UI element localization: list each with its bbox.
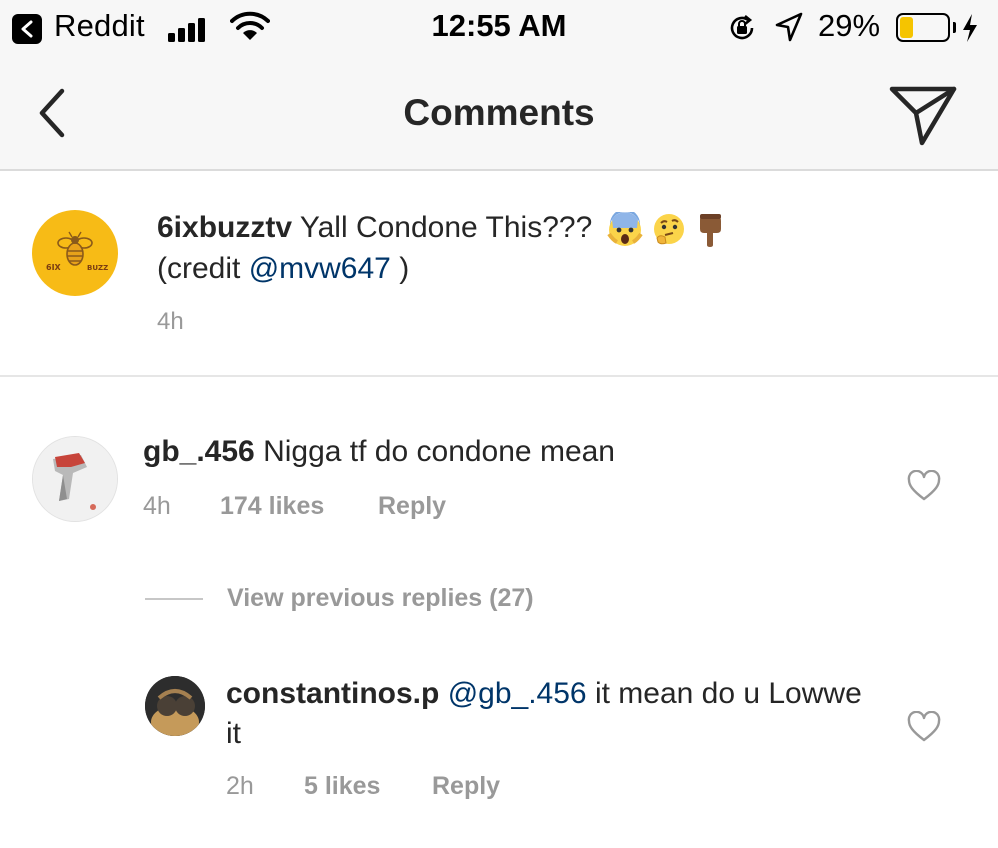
reply-mention-link[interactable]: @gb_.456: [448, 677, 587, 710]
page-title: Comments: [403, 92, 595, 133]
view-previous-replies-button[interactable]: View previous replies (27): [227, 584, 534, 613]
heart-icon[interactable]: [906, 711, 942, 743]
reply-username[interactable]: constantinos.p: [226, 677, 439, 710]
post-timestamp: 4h: [157, 308, 184, 335]
reply-reply-button[interactable]: Reply: [432, 772, 500, 801]
reply-timestamp: 2h: [226, 772, 254, 800]
reply-likes-link[interactable]: 5 likes: [304, 772, 380, 801]
credit-prefix: (credit: [157, 252, 249, 286]
comment-username[interactable]: gb_.456: [143, 435, 255, 468]
svg-text:6IX: 6IX: [46, 263, 62, 272]
screaming-face-emoji: [606, 209, 643, 247]
battery-nub: [953, 22, 956, 33]
caption-emojis: [606, 209, 726, 249]
post-username[interactable]: 6ixbuzztv: [157, 211, 292, 244]
paper-plane-icon[interactable]: [888, 83, 958, 147]
navigation-bar: Comments: [0, 58, 998, 171]
comment-timestamp: 4h: [143, 492, 171, 520]
credit-suffix: ): [390, 252, 410, 286]
credit-mention-link[interactable]: @mvw647: [249, 252, 391, 285]
post-caption: 6ixbuzztv Yall Condone This??? (credit @…: [157, 208, 857, 289]
6ix-buzz-bee-logo: 6IX BUZZ: [46, 231, 108, 272]
charging-bolt-icon: [963, 14, 977, 42]
reply-body: constantinos.p @gb_.456 it mean do u Low…: [226, 674, 866, 754]
avatar-constantinos[interactable]: [145, 676, 205, 736]
orientation-lock-icon: [730, 14, 754, 40]
avatar-6ixbuzztv[interactable]: 6IX BUZZ: [32, 210, 118, 296]
location-arrow-icon: [775, 12, 803, 42]
status-bar: Reddit 12:55 AM 29%: [0, 0, 998, 58]
battery-level-fill: [900, 17, 913, 38]
avatar-image: [33, 437, 117, 521]
comment-body: gb_.456 Nigga tf do condone mean: [143, 432, 863, 472]
comment-likes-link[interactable]: 174 likes: [220, 492, 324, 521]
avatar-image: [145, 676, 205, 736]
avatar-gb_456[interactable]: [32, 436, 118, 522]
post-caption-text: Yall Condone This???: [299, 211, 593, 244]
replies-divider-line: [145, 598, 203, 600]
heart-icon[interactable]: [906, 470, 942, 502]
divider: [0, 375, 998, 377]
comment-reply-button[interactable]: Reply: [378, 492, 446, 521]
comment-text: Nigga tf do condone mean: [263, 435, 615, 468]
battery-icon: [896, 13, 950, 42]
svg-text:BUZZ: BUZZ: [87, 264, 108, 272]
battery-percent: 29%: [818, 8, 881, 43]
thinking-face-emoji: [653, 214, 684, 245]
pointing-down-emoji: [700, 214, 722, 248]
